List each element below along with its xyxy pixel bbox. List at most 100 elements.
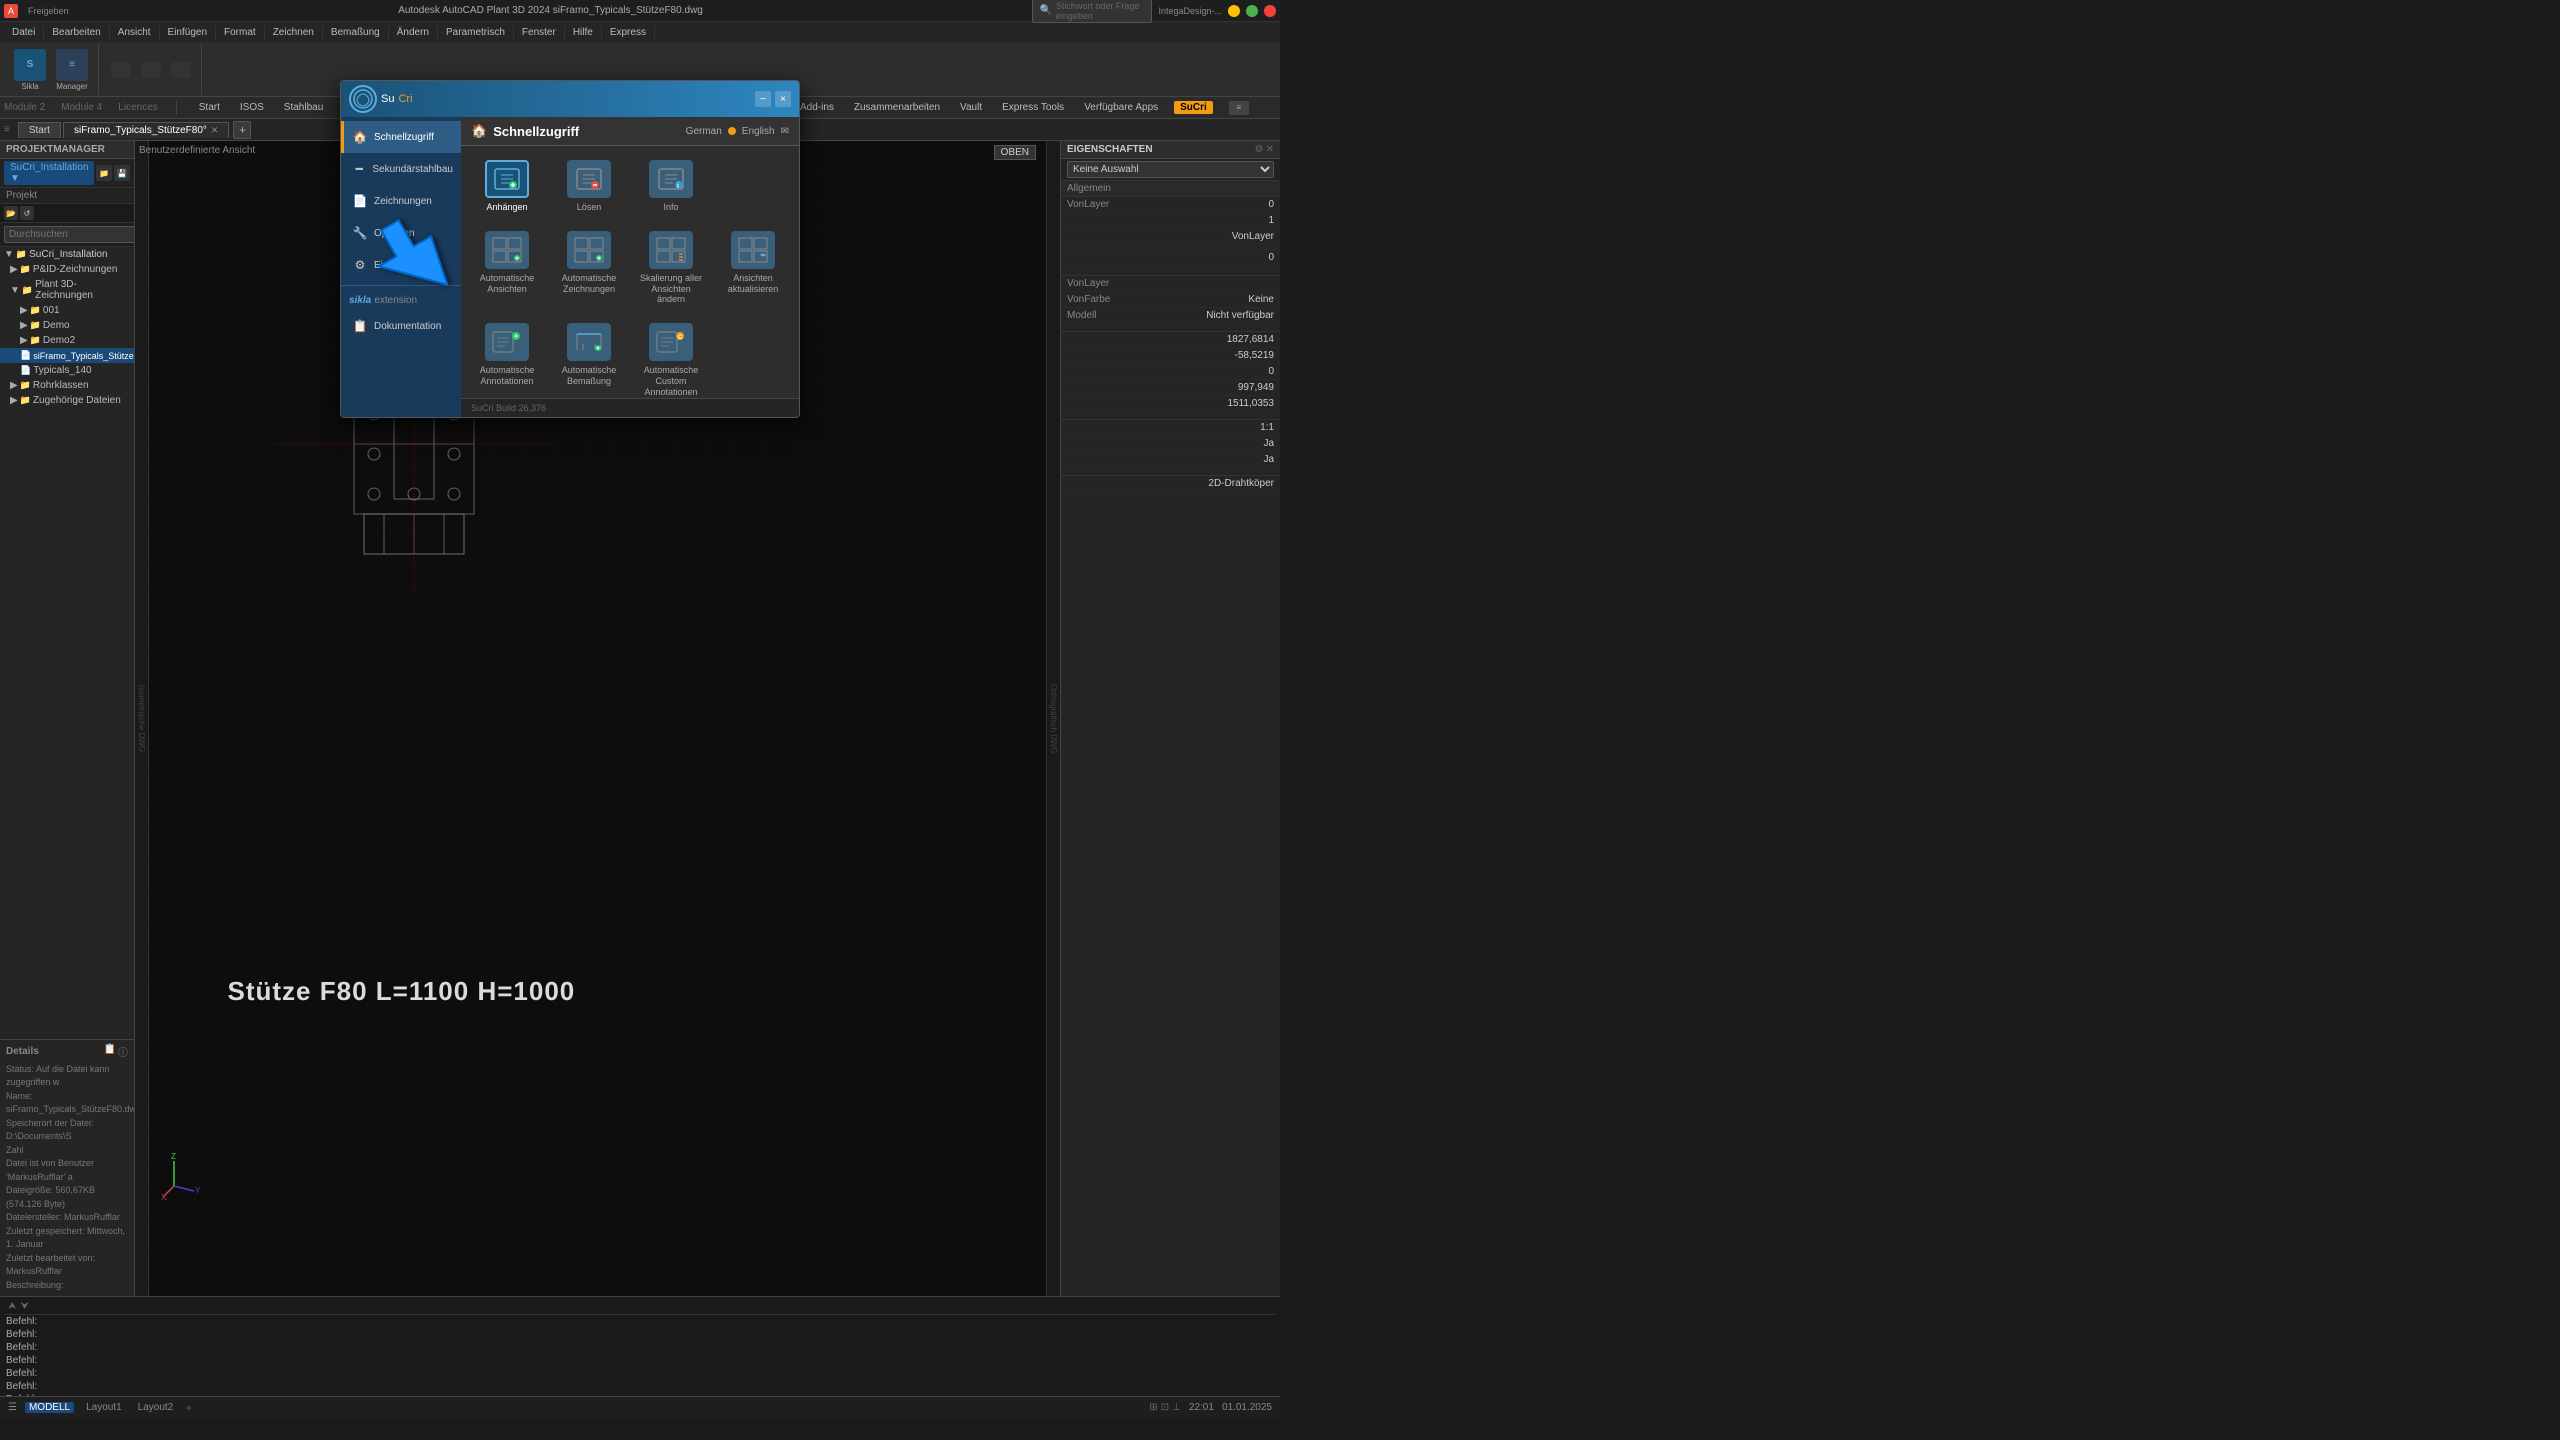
selection-dropdown[interactable]: Keine Auswahl bbox=[1067, 161, 1274, 178]
viewport-top-label: OBEN bbox=[994, 145, 1036, 160]
lang-email-icon[interactable]: ✉ bbox=[781, 126, 789, 137]
dialog-nav-dokumentation[interactable]: 📋 Dokumentation bbox=[341, 310, 461, 342]
status-layout1[interactable]: Layout1 bbox=[82, 1402, 126, 1413]
tree-demo2[interactable]: ▶ 📁 Demo2 bbox=[0, 333, 134, 348]
toolbar-icon-2[interactable]: 💾 bbox=[114, 165, 130, 181]
tree-rohrklassen[interactable]: ▶ 📁 Rohrklassen bbox=[0, 378, 134, 393]
nav-sucri[interactable]: SuCri bbox=[1174, 101, 1213, 114]
right-strip-label: Orthografisch DWG bbox=[1049, 684, 1058, 754]
viewport-label: Benutzerdefinierte Ansicht bbox=[139, 145, 255, 156]
tab-close-icon[interactable]: ✕ bbox=[211, 125, 219, 136]
add-layout-button[interactable]: + bbox=[185, 1401, 192, 1415]
tree-pid[interactable]: ▶ 📁 P&ID-Zeichnungen bbox=[0, 262, 134, 277]
tree-icon-1[interactable]: 📂 bbox=[4, 206, 18, 220]
ribbon-btn-tool3[interactable] bbox=[167, 60, 195, 80]
ribbon-tab-fenster[interactable]: Fenster bbox=[514, 25, 565, 40]
grid-item-highlighted[interactable]: Anhängen bbox=[469, 154, 545, 219]
nav-addins[interactable]: Add-ins bbox=[796, 100, 838, 115]
props-icon-2[interactable]: ✕ bbox=[1266, 144, 1274, 155]
grid-item-auto-custom[interactable]: C Automatische Custom Annotationen bbox=[633, 317, 709, 398]
tree-siframo[interactable]: 📄 siFramo_Typicals_StützeF80 bbox=[0, 348, 134, 363]
sucri-dialog[interactable]: SuCri − × 🏠 Schnellzugriff ━ Sekundärsta… bbox=[340, 80, 800, 418]
global-search[interactable]: Stichwort oder Frage eingeben bbox=[1056, 1, 1146, 21]
ribbon-tab-zeichnen[interactable]: Zeichnen bbox=[265, 25, 323, 40]
tree-zugehörig[interactable]: ▶ 📁 Zugehörige Dateien bbox=[0, 393, 134, 408]
ribbon-tab-bemaszung[interactable]: Bemaßung bbox=[323, 25, 389, 40]
ribbon-tab-hilfe[interactable]: Hilfe bbox=[565, 25, 602, 40]
new-tab-button[interactable]: + bbox=[233, 121, 251, 139]
grid-item-auto-bemaszung[interactable]: Automatische Bemaßung bbox=[551, 317, 627, 398]
ribbon-tab-ansicht[interactable]: Ansicht bbox=[110, 25, 160, 40]
details-panel: Details 📋 ⓘ Status: Auf die Datei kann z… bbox=[0, 1039, 134, 1297]
grid-empty-1 bbox=[715, 154, 791, 219]
details-icon-1[interactable]: 📋 bbox=[104, 1044, 116, 1059]
ribbon-tab-express[interactable]: Express bbox=[602, 25, 655, 40]
ribbon-tab-format[interactable]: Format bbox=[216, 25, 265, 40]
dialog-nav-optionen[interactable]: 🔧 Optionen bbox=[341, 217, 461, 249]
status-bar: ☰ MODELL Layout1 Layout2 + ⊞ ⊡ ⊥ 22:01 0… bbox=[0, 1396, 1280, 1418]
tree-demo[interactable]: ▶ 📁 Demo bbox=[0, 318, 134, 333]
lang-de-label[interactable]: German bbox=[686, 126, 722, 137]
nav-extra[interactable]: ≡ bbox=[1229, 101, 1249, 115]
maximize-button[interactable] bbox=[1246, 5, 1258, 17]
tree-icon-2[interactable]: ↺ bbox=[20, 206, 34, 220]
toolbar-icon-1[interactable]: 📁 bbox=[96, 165, 112, 181]
dialog-minimize-button[interactable]: − bbox=[755, 91, 771, 107]
status-icon-snap[interactable]: ⊡ bbox=[1161, 1402, 1169, 1413]
grid-item-ansichten-aktual[interactable]: Ansichten aktualisieren bbox=[715, 225, 791, 311]
nav-verfügbar[interactable]: Verfügbare Apps bbox=[1080, 100, 1162, 115]
grid-item-info[interactable]: i Info bbox=[633, 154, 709, 219]
nav-start[interactable]: Start bbox=[195, 100, 224, 115]
ribbon-btn-tool2[interactable] bbox=[137, 60, 165, 80]
status-modell[interactable]: MODELL bbox=[25, 1402, 74, 1413]
status-icon-grid[interactable]: ⊞ bbox=[1149, 1402, 1157, 1413]
dialog-nav-einstellungen[interactable]: ⚙ Einstellungen bbox=[341, 249, 461, 281]
grid-item-skalierung[interactable]: Skalierung aller Ansichten ändern bbox=[633, 225, 709, 311]
dialog-footer: SuCri Build 26,376 bbox=[461, 398, 799, 417]
dialog-nav-zeichnungen[interactable]: 📄 Zeichnungen bbox=[341, 185, 461, 217]
grid-item-lösen[interactable]: Lösen bbox=[551, 154, 627, 219]
ribbon-btn-manager[interactable]: ≡ Manager bbox=[52, 47, 92, 93]
nav-express[interactable]: Express Tools bbox=[998, 100, 1068, 115]
props-row-3: VonLayer bbox=[1061, 229, 1280, 245]
project-dropdown[interactable]: SuCri_Installation ▼ bbox=[4, 161, 94, 185]
freigeben-label[interactable]: Freigeben bbox=[28, 6, 69, 16]
lang-en-label[interactable]: English bbox=[742, 126, 775, 137]
tab-start[interactable]: Start bbox=[18, 122, 61, 138]
tree-001[interactable]: ▶ 📁 001 bbox=[0, 303, 134, 318]
tree-sucri[interactable]: ▼ 📁 SuCri_Installation bbox=[0, 247, 134, 262]
dialog-nav-sekundar[interactable]: ━ Sekundärstahlbau bbox=[341, 153, 461, 185]
tree-typicals140[interactable]: 📄 Typicals_140 bbox=[0, 363, 134, 378]
nav-isos[interactable]: ISOS bbox=[236, 100, 268, 115]
ribbon-tab-datei[interactable]: Datei bbox=[4, 25, 44, 40]
dialog-nav-schnellzugriff[interactable]: 🏠 Schnellzugriff bbox=[341, 121, 461, 153]
status-layout2[interactable]: Layout2 bbox=[134, 1402, 178, 1413]
status-menu-icon[interactable]: ☰ bbox=[8, 1402, 17, 1413]
details-icon-2[interactable]: ⓘ bbox=[118, 1044, 128, 1059]
ribbon-tab-parametrisch[interactable]: Parametrisch bbox=[438, 25, 514, 40]
ribbon-btn-tool1[interactable] bbox=[107, 60, 135, 80]
nav-zusammen[interactable]: Zusammenarbeiten bbox=[850, 100, 944, 115]
search-input[interactable] bbox=[4, 226, 135, 243]
dialog-close-button[interactable]: × bbox=[775, 91, 791, 107]
grid-item-auto-zeichnungen[interactable]: Automatische Zeichnungen bbox=[551, 225, 627, 311]
tab-siframo[interactable]: siFramo_Typicals_StützeF80° ✕ bbox=[63, 122, 230, 138]
ribbon-tab-ändern[interactable]: Ändern bbox=[389, 25, 438, 40]
grid-item-auto-anno[interactable]: Automatische Annotationen bbox=[469, 317, 545, 398]
nav-stahlbau[interactable]: Stahlbau bbox=[280, 100, 327, 115]
nav-vault[interactable]: Vault bbox=[956, 100, 986, 115]
tree-plant3d[interactable]: ▼ 📁 Plant 3D-Zeichnungen bbox=[0, 277, 134, 303]
ribbon-tab-einfügen[interactable]: Einfügen bbox=[160, 25, 216, 40]
minimize-button[interactable] bbox=[1228, 5, 1240, 17]
ribbon-tab-bearbeiten[interactable]: Bearbeiten bbox=[44, 25, 109, 40]
command-area: ⮝ ⮟ Befehl: Befehl: Befehl: Befehl: Befe… bbox=[0, 1296, 1280, 1396]
status-icon-ortho[interactable]: ⊥ bbox=[1172, 1402, 1181, 1413]
grid-item-auto-ansichten[interactable]: Automatische Ansichten bbox=[469, 225, 545, 311]
tab-menu-icon[interactable]: ≡ bbox=[4, 124, 10, 135]
props-icon-1[interactable]: ⚙ bbox=[1255, 144, 1264, 155]
title-bar-title: Autodesk AutoCAD Plant 3D 2024 siFramo_T… bbox=[69, 5, 1033, 16]
ribbon-btn-sikla[interactable]: S Sikla bbox=[10, 47, 50, 93]
sucri-logo-icon bbox=[349, 85, 377, 113]
close-button[interactable] bbox=[1264, 5, 1276, 17]
props-coord3: 0 bbox=[1061, 364, 1280, 380]
